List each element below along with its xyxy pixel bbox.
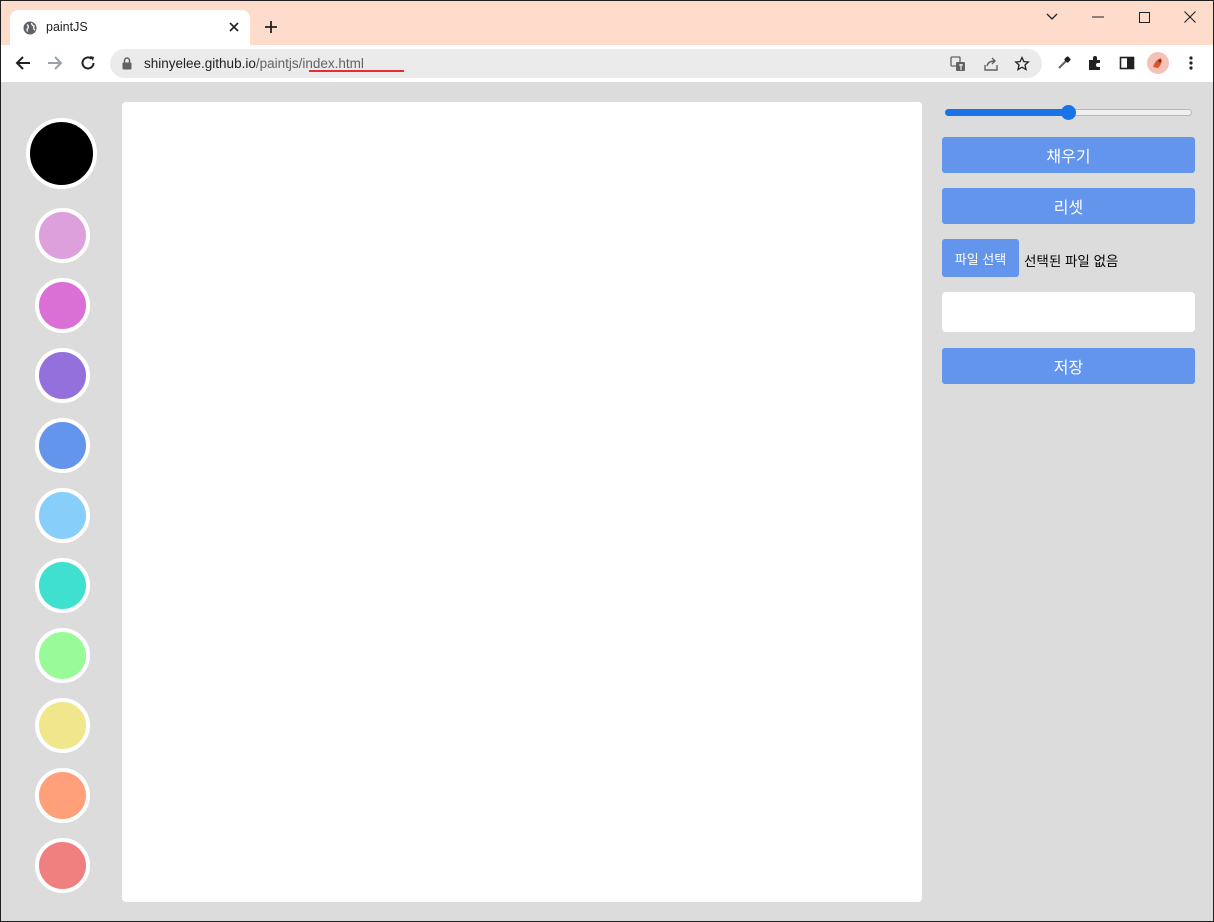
globe-icon (23, 21, 37, 35)
drawing-canvas[interactable] (122, 102, 922, 902)
color-swatch[interactable] (35, 698, 90, 753)
color-swatch[interactable] (35, 488, 90, 543)
save-button[interactable]: 저장 (942, 348, 1195, 384)
url-annotation-underline (309, 70, 404, 72)
lock-icon[interactable] (122, 57, 132, 75)
color-swatch[interactable] (35, 628, 90, 683)
url-path: /paintjs/index.html (255, 56, 364, 71)
browser-window: paintJS shinyelee.github.io/paintjs/inde… (0, 0, 1214, 922)
back-arrow-icon[interactable] (12, 52, 34, 74)
file-status-text: 선택된 파일 없음 (1024, 254, 1119, 269)
url-text[interactable]: shinyelee.github.io/paintjs/index.html (144, 56, 364, 71)
fill-button[interactable]: 채우기 (942, 137, 1195, 173)
extensions-puzzle-icon[interactable] (1085, 53, 1105, 73)
minimize-icon[interactable] (1087, 7, 1109, 27)
address-bar[interactable]: shinyelee.github.io/paintjs/index.html (110, 49, 1042, 78)
url-host: shinyelee.github.io (144, 56, 256, 71)
share-icon[interactable] (982, 55, 1000, 73)
color-swatch[interactable] (35, 838, 90, 893)
more-menu-icon[interactable] (1181, 53, 1201, 73)
close-window-icon[interactable] (1179, 7, 1201, 27)
tab-strip: paintJS (1, 1, 1213, 45)
filename-input[interactable] (942, 292, 1195, 332)
eyedropper-icon[interactable] (1054, 53, 1074, 73)
color-swatch[interactable] (35, 278, 90, 333)
close-tab-icon[interactable] (225, 18, 243, 36)
reset-button[interactable]: 리셋 (942, 188, 1195, 224)
profile-avatar[interactable] (1147, 52, 1169, 74)
color-swatch[interactable] (35, 558, 90, 613)
maximize-icon[interactable] (1133, 7, 1155, 27)
color-swatch[interactable] (35, 768, 90, 823)
slider-thumb[interactable] (1061, 105, 1076, 120)
choose-file-button[interactable]: 파일 선택 (942, 239, 1019, 277)
new-tab-icon[interactable] (261, 17, 281, 37)
brush-size-slider[interactable] (945, 104, 1193, 120)
translate-icon[interactable] (949, 55, 967, 73)
page-content: 채우기 리셋 파일 선택 선택된 파일 없음 저장 (1, 82, 1213, 921)
color-swatch[interactable] (26, 118, 97, 189)
bookmark-star-icon[interactable] (1013, 55, 1031, 73)
tab-title: paintJS (46, 20, 88, 34)
color-swatch[interactable] (35, 208, 90, 263)
tab-paintjs[interactable]: paintJS (10, 10, 250, 45)
tab-search-chevron-icon[interactable] (1041, 7, 1063, 27)
browser-toolbar: shinyelee.github.io/paintjs/index.html (1, 45, 1213, 82)
side-panel-icon[interactable] (1117, 53, 1137, 73)
slider-fill (945, 109, 1069, 116)
reload-icon[interactable] (77, 52, 99, 74)
color-swatch[interactable] (35, 418, 90, 473)
color-swatch[interactable] (35, 348, 90, 403)
forward-arrow-icon[interactable] (44, 52, 66, 74)
